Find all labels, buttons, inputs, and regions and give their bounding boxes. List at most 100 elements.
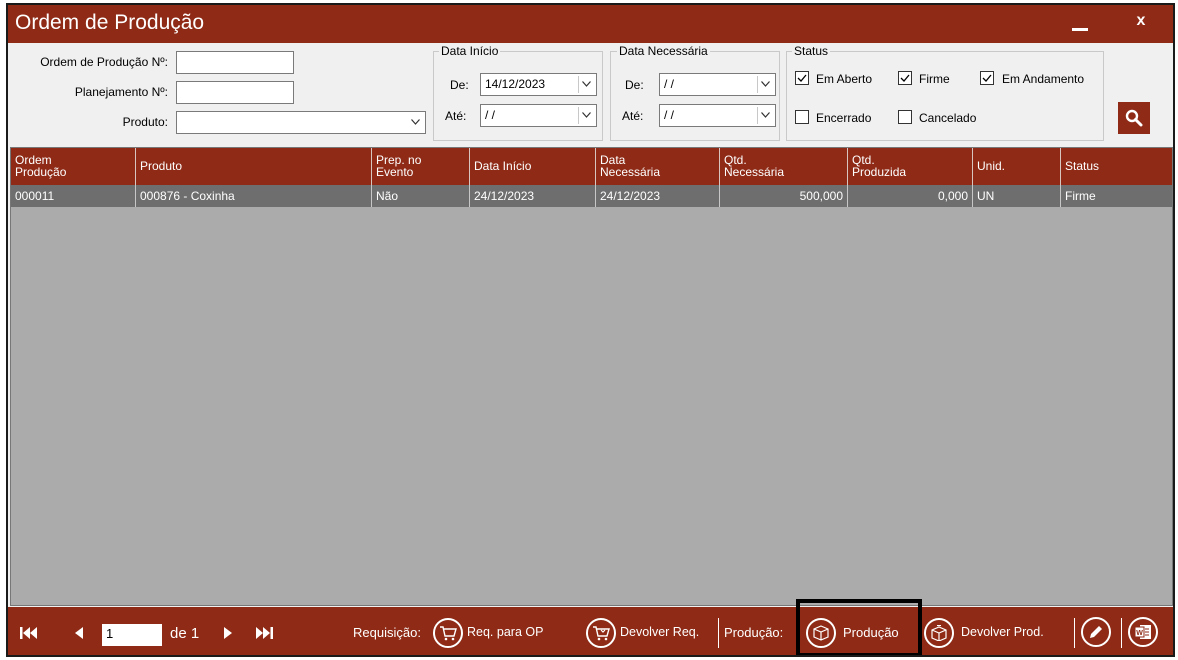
chevron-down-icon[interactable] — [757, 107, 773, 124]
column-header-unid[interactable]: Unid. — [973, 148, 1061, 185]
export-word-button[interactable]: W — [1128, 617, 1162, 651]
planejamento-input[interactable] — [176, 81, 294, 104]
data-inicio-legend: Data Início — [439, 44, 501, 58]
devolver-prod-button[interactable]: Devolver Prod. — [924, 617, 1074, 649]
data-necessaria-legend: Data Necessária — [617, 44, 710, 58]
column-header-data-necessaria[interactable]: Data Necessária — [596, 148, 720, 185]
search-button[interactable] — [1118, 102, 1150, 134]
ordem-label: Ordem de Produção Nº: — [40, 55, 168, 69]
box-return-icon — [924, 618, 954, 648]
data-necessaria-ate-input[interactable]: / / — [659, 104, 776, 127]
header-line2: Necessária — [600, 165, 661, 179]
cell-unid: UN — [973, 185, 1061, 207]
next-page-button[interactable] — [223, 626, 233, 643]
column-header-data-inicio[interactable]: Data Início — [470, 148, 596, 185]
data-inicio-de-value: 14/12/2023 — [485, 77, 546, 91]
req-para-op-button[interactable]: Req. para OP — [433, 617, 583, 649]
em-andamento-checkbox[interactable] — [980, 71, 994, 85]
edit-button[interactable] — [1081, 617, 1115, 651]
header-line2: Necessária — [724, 165, 785, 179]
data-necessaria-de-input[interactable]: / / — [659, 73, 776, 96]
first-page-icon — [20, 627, 37, 639]
ordem-input[interactable] — [176, 51, 294, 74]
grid-header: Ordem Produção Produto Prep. no Evento Dat… — [11, 148, 1172, 185]
status-group — [786, 51, 1104, 141]
cell-qtd-produzida: 0,000 — [848, 185, 973, 207]
cell-ordem: 000011 — [11, 185, 136, 207]
column-header-ordem[interactable]: Ordem Produção — [11, 148, 136, 185]
last-page-icon — [256, 627, 273, 639]
production-orders-grid[interactable]: Ordem Produção Produto Prep. no Evento Dat… — [10, 147, 1173, 606]
cell-qtd-necessaria: 500,000 — [720, 185, 848, 207]
data-inicio-group — [433, 51, 603, 141]
data-inicio-ate-input[interactable]: / / — [480, 104, 597, 127]
column-header-qtd-necessaria[interactable]: Qtd. Necessária — [720, 148, 848, 185]
data-inicio-ate-label: Até: — [445, 109, 467, 123]
req-para-op-label: Req. para OP — [467, 625, 544, 639]
column-header-qtd-produzida[interactable]: Qtd. Produzida — [848, 148, 973, 185]
produto-label: Produto: — [122, 115, 168, 129]
cell-prep-evento: Não — [372, 185, 470, 207]
encerrado-checkbox[interactable] — [795, 110, 809, 124]
column-header-prep-evento[interactable]: Prep. no Evento — [372, 148, 470, 185]
header-line1: Produto — [140, 159, 183, 173]
pencil-icon — [1081, 617, 1111, 647]
window-title: Ordem de Produção — [15, 11, 205, 34]
last-page-button[interactable] — [255, 626, 273, 643]
data-necessaria-group — [610, 51, 780, 141]
em-aberto-checkbox[interactable] — [795, 71, 809, 85]
triangle-right-icon — [224, 627, 232, 639]
header-line1: Status — [1065, 159, 1100, 173]
minimize-button[interactable] — [1060, 9, 1100, 39]
minimize-icon — [1072, 28, 1088, 31]
produto-select[interactable] — [176, 111, 426, 134]
column-header-status[interactable]: Status — [1061, 148, 1172, 185]
data-inicio-ate-value: / / — [485, 108, 496, 122]
requisicao-label: Requisição: — [353, 625, 421, 640]
cell-status: Firme — [1065, 189, 1096, 203]
toolbar-separator — [1074, 618, 1075, 648]
filter-panel: Ordem de Produção Nº: Planejamento Nº: P… — [8, 43, 1173, 147]
chevron-down-icon[interactable] — [578, 76, 594, 93]
cart-icon — [433, 618, 463, 648]
status-legend: Status — [792, 44, 831, 58]
cart-return-icon — [586, 618, 616, 648]
cell-data-inicio: 24/12/2023 — [470, 185, 596, 207]
header-line2: Evento — [376, 165, 414, 179]
previous-page-button[interactable] — [74, 626, 84, 643]
producao-highlight-box — [796, 599, 922, 655]
producao-label: Produção: — [724, 625, 784, 640]
planejamento-label: Planejamento Nº: — [74, 85, 168, 99]
cancelado-label[interactable]: Cancelado — [919, 111, 976, 125]
close-button[interactable]: x — [1121, 9, 1161, 39]
triangle-left-icon — [75, 627, 83, 639]
firme-checkbox[interactable] — [898, 71, 912, 85]
firme-label[interactable]: Firme — [919, 72, 950, 86]
header-line2: Produzida — [852, 165, 907, 179]
page-number-input[interactable]: 1 — [102, 624, 162, 646]
data-inicio-de-input[interactable]: 14/12/2023 — [480, 73, 597, 96]
first-page-button[interactable] — [20, 626, 38, 643]
production-order-window: Ordem de Produção x Ordem de Produção Nº… — [6, 3, 1175, 657]
devolver-prod-label: Devolver Prod. — [961, 625, 1044, 639]
svg-text:W: W — [1136, 630, 1143, 637]
table-row[interactable]: 000011 000876 - Coxinha Não 24/12/2023 2… — [11, 185, 1172, 207]
data-necessaria-ate-label: Até: — [622, 109, 644, 123]
devolver-req-label: Devolver Req. — [620, 625, 700, 639]
data-necessaria-de-label: De: — [625, 78, 644, 92]
header-line1: Unid. — [977, 159, 1006, 173]
chevron-down-icon[interactable] — [757, 76, 773, 93]
cancelado-checkbox[interactable] — [898, 110, 912, 124]
chevron-down-icon[interactable] — [407, 114, 423, 131]
footer-toolbar: 1 de 1 Requisição: Req. para OP Devolver… — [8, 599, 1173, 655]
em-andamento-label[interactable]: Em Andamento — [1002, 72, 1084, 86]
chevron-down-icon[interactable] — [578, 107, 594, 124]
column-header-produto[interactable]: Produto — [136, 148, 372, 185]
em-aberto-label[interactable]: Em Aberto — [816, 72, 872, 86]
toolbar-separator — [718, 618, 719, 648]
devolver-req-button[interactable]: Devolver Req. — [586, 617, 716, 649]
title-bar: Ordem de Produção x — [8, 5, 1173, 43]
encerrado-label[interactable]: Encerrado — [816, 111, 871, 125]
magnifier-icon — [1125, 109, 1143, 127]
data-necessaria-ate-value: / / — [664, 108, 675, 122]
